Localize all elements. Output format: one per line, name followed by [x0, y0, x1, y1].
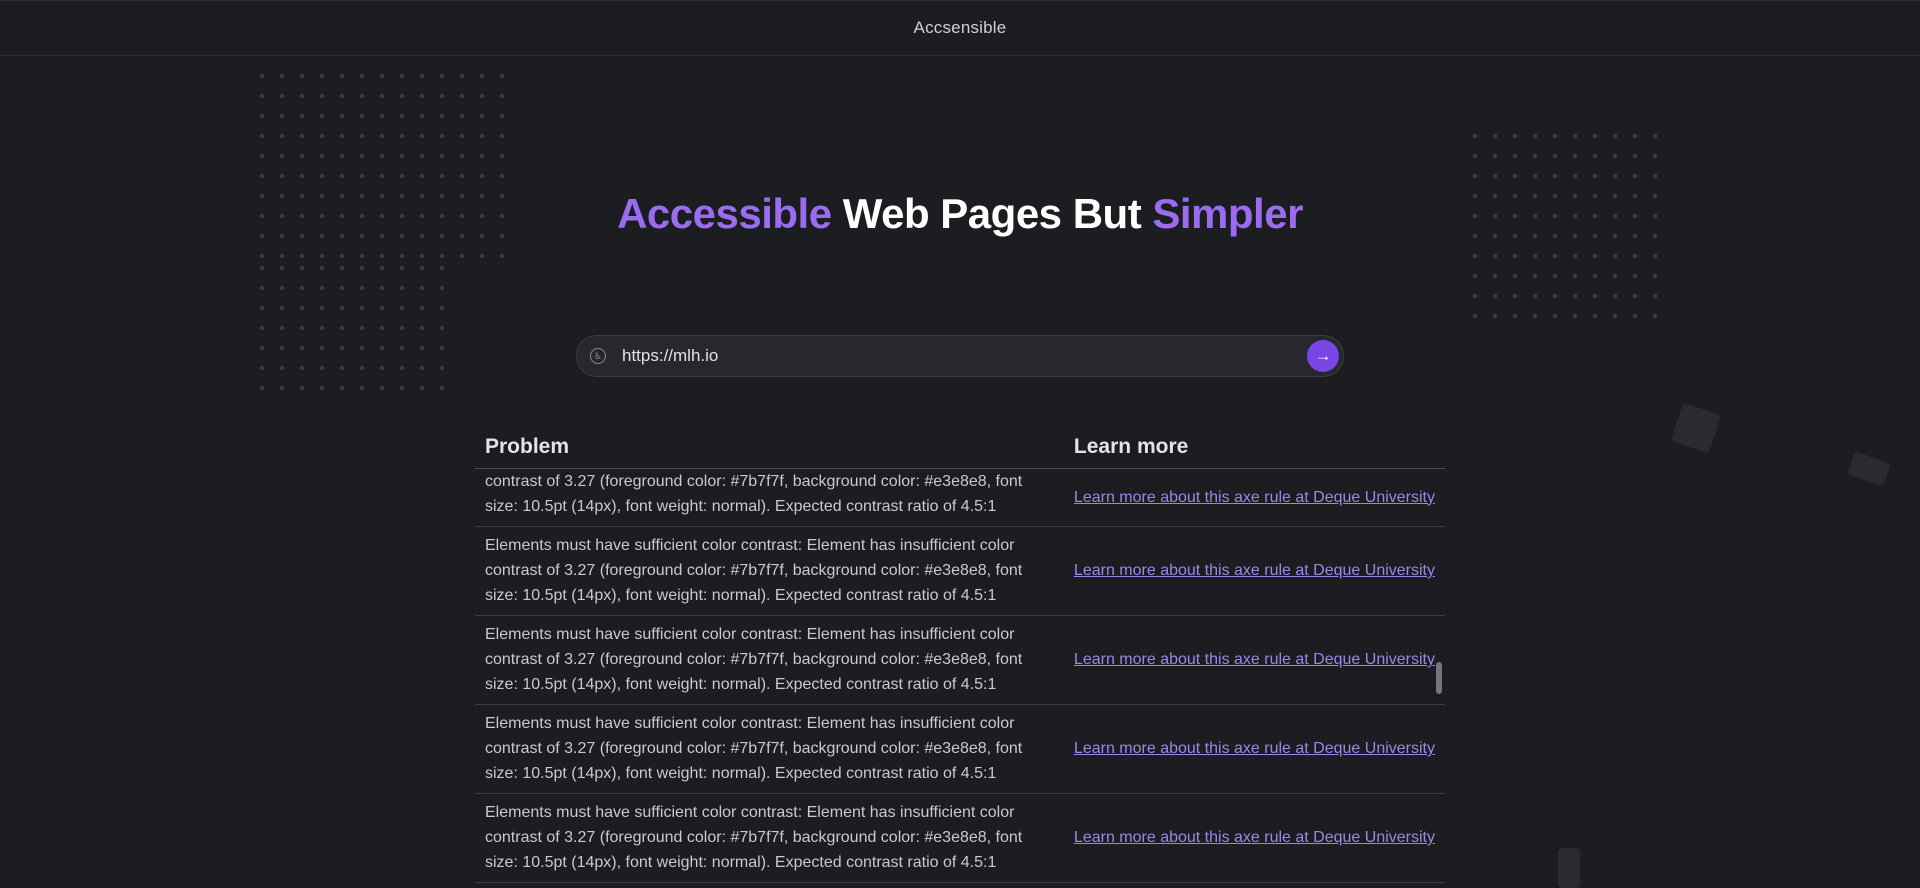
problem-cell: Elements must have sufficient color cont…	[475, 704, 1064, 794]
learn-more-cell: Learn more about this axe rule at Deque …	[1063, 526, 1445, 616]
table-row: Elements must have sufficient color cont…	[475, 526, 1445, 616]
learn-more-link[interactable]: Learn more about this axe rule at Deque …	[1074, 489, 1435, 506]
learn-more-link[interactable]: Learn more about this axe rule at Deque …	[1074, 829, 1435, 846]
learn-more-cell: Learn more about this axe rule at Deque …	[1063, 615, 1445, 705]
url-search-bar: ♿ →	[576, 335, 1344, 377]
results-table-container[interactable]: Problem Learn more contrast of 3.27 (for…	[475, 428, 1445, 885]
hero-title-middle: Web Pages But	[831, 190, 1153, 237]
problem-cell: Elements must have sufficient color cont…	[475, 526, 1064, 616]
decorative-shape	[1670, 402, 1722, 454]
hero-title: Accessible Web Pages But Simpler	[0, 190, 1920, 238]
learn-more-link[interactable]: Learn more about this axe rule at Deque …	[1074, 651, 1435, 668]
brand-name[interactable]: Accsensible	[914, 18, 1007, 38]
dot-pattern-decoration	[252, 258, 444, 402]
table-row: Elements must have sufficient color cont…	[475, 615, 1445, 705]
url-input[interactable]	[620, 345, 1307, 367]
hero-title-accent: Simpler	[1152, 190, 1303, 237]
learn-more-cell: Learn more about this axe rule at Deque …	[1063, 704, 1445, 794]
hero-title-accent: Accessible	[617, 190, 832, 237]
table-row: Elements must have sufficient color cont…	[475, 793, 1445, 883]
table-row: Elements must have sufficient color cont…	[475, 704, 1445, 794]
submit-button[interactable]: →	[1307, 340, 1339, 372]
scrollbar-thumb[interactable]	[1436, 662, 1442, 694]
column-header-problem: Problem	[475, 428, 1064, 469]
table-row: contrast of 3.27 (foreground color: #7b7…	[475, 468, 1445, 527]
results-table: Problem Learn more contrast of 3.27 (for…	[475, 428, 1445, 883]
problem-cell: Elements must have sufficient color cont…	[475, 615, 1064, 705]
column-header-learn-more: Learn more	[1063, 428, 1445, 469]
problem-cell: Elements must have sufficient color cont…	[475, 793, 1064, 883]
learn-more-link[interactable]: Learn more about this axe rule at Deque …	[1074, 740, 1435, 757]
top-nav-bar: Accsensible	[0, 0, 1920, 56]
arrow-right-icon: →	[1314, 346, 1332, 365]
learn-more-cell: Learn more about this axe rule at Deque …	[1063, 793, 1445, 883]
problem-cell: contrast of 3.27 (foreground color: #7b7…	[475, 468, 1064, 527]
learn-more-link[interactable]: Learn more about this axe rule at Deque …	[1074, 562, 1435, 579]
decorative-shape	[1847, 451, 1891, 487]
table-header-row: Problem Learn more	[475, 428, 1445, 469]
decorative-shape	[1558, 848, 1580, 888]
learn-more-cell: Learn more about this axe rule at Deque …	[1063, 468, 1445, 527]
accessibility-icon: ♿	[590, 348, 606, 364]
